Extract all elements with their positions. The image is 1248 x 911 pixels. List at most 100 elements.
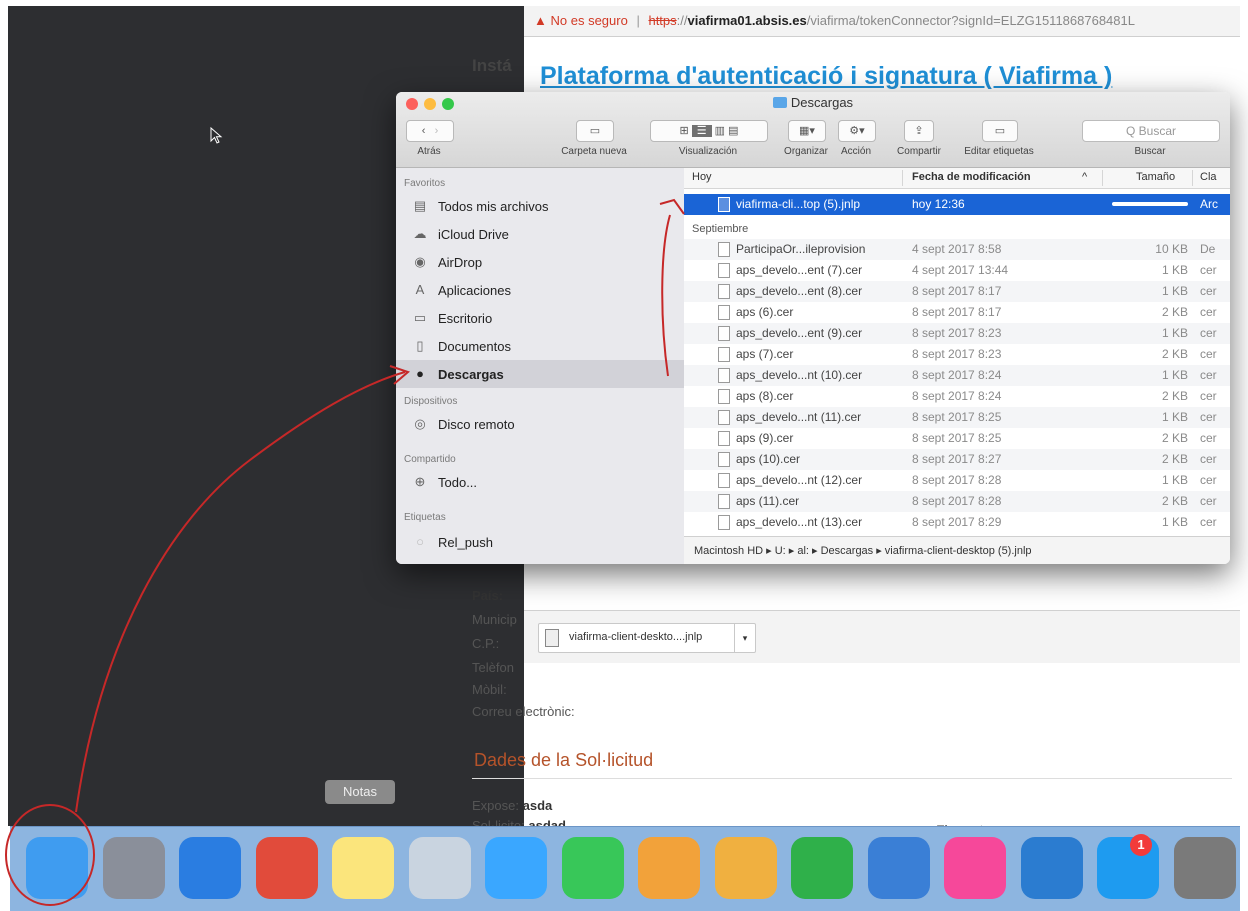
edit-tags-button[interactable]: ▭	[982, 120, 1018, 142]
chevron-left-icon[interactable]: ‹	[422, 125, 426, 137]
file-row[interactable]: aps (11).cer 8 sept 2017 8:28 2 KB cer	[684, 491, 1230, 512]
download-shelf: viafirma-client-deskto....jnlp ▾	[524, 610, 1240, 663]
file-row[interactable]: aps (9).cer 8 sept 2017 8:25 2 KB cer	[684, 428, 1230, 449]
file-row[interactable]: aps (8).cer 8 sept 2017 8:24 2 KB cer	[684, 386, 1230, 407]
file-name: aps (7).cer	[736, 347, 794, 361]
file-kind: cer	[1200, 389, 1217, 403]
column-view-icon[interactable]: ▥	[715, 125, 725, 137]
itunes-icon[interactable]	[944, 837, 1006, 899]
download-menu-button[interactable]: ▾	[734, 624, 755, 652]
address-bar[interactable]: ▲ No es seguro | https://viafirma01.absi…	[524, 6, 1240, 37]
file-row[interactable]: aps_develo...nt (13).cer 8 sept 2017 8:29…	[684, 512, 1230, 533]
file-row[interactable]: aps_develo...nt (12).cer 8 sept 2017 8:28…	[684, 470, 1230, 491]
column-separator[interactable]	[1102, 170, 1103, 186]
file-row-selected[interactable]: viafirma-cli...top (5).jnlp hoy 12:36 Ar…	[684, 194, 1230, 215]
file-name: aps_develo...ent (9).cer	[736, 326, 863, 340]
notes-icon[interactable]	[332, 837, 394, 899]
column-date-header[interactable]: Fecha de modificación	[912, 171, 1031, 183]
sidebar-item-remote-disc[interactable]: ◎ Disco remoto	[396, 410, 684, 438]
file-row[interactable]: aps_develo...ent (8).cer 8 sept 2017 8:17…	[684, 281, 1230, 302]
file-row[interactable]: ParticipaOr...ileprovision 4 sept 2017 8:…	[684, 239, 1230, 260]
pages-icon[interactable]	[714, 837, 777, 899]
file-row[interactable]: aps_develo...nt (10).cer 8 sept 2017 8:24…	[684, 365, 1230, 386]
finder-window: Descargas ‹ › Atrás ▭ Carpeta nueva ⊞ ☰ …	[396, 92, 1230, 564]
file-row[interactable]: aps_develo...nt (11).cer 8 sept 2017 8:25…	[684, 407, 1230, 428]
download-item[interactable]: viafirma-client-deskto....jnlp ▾	[538, 623, 756, 653]
url-sep: ://	[676, 13, 688, 28]
file-name: aps (9).cer	[736, 431, 794, 445]
file-size: 10 KB	[1155, 242, 1188, 256]
keynote-icon[interactable]	[867, 837, 930, 899]
sidebar-item-documents[interactable]: ▯ Documentos	[396, 332, 684, 360]
mobil-label: Mòbil:	[472, 682, 507, 697]
arrange-label: Organizar	[784, 146, 828, 157]
file-icon	[718, 326, 730, 341]
url-scheme: https	[648, 13, 677, 28]
column-kind-header[interactable]: Cla	[1200, 171, 1217, 183]
file-date: 8 sept 2017 8:24	[912, 368, 1002, 382]
sidebar-item-airdrop[interactable]: ◉ AirDrop	[396, 248, 684, 276]
bg-heading-fragment: Instá	[472, 56, 512, 75]
file-icon	[718, 263, 730, 278]
column-separator[interactable]	[902, 170, 903, 186]
file-icon	[718, 284, 730, 299]
safari-icon[interactable]	[179, 837, 241, 899]
file-icon	[718, 368, 730, 383]
column-size-header[interactable]: Tamaño	[1136, 171, 1175, 183]
sidebar-item-downloads[interactable]: ● Descargas	[396, 360, 684, 388]
expose-row: Expose: asda	[472, 798, 553, 813]
facetime-icon[interactable]	[561, 837, 624, 899]
file-row[interactable]: aps_develo...ent (9).cer 8 sept 2017 8:23…	[684, 323, 1230, 344]
search-field[interactable]: Q Buscar	[1082, 120, 1220, 142]
new-folder-button[interactable]: ▭	[576, 120, 614, 142]
arrange-icon: ▦▾	[799, 125, 815, 137]
new-folder-icon: ▭	[589, 125, 601, 137]
sidebar-item-tag[interactable]: ○ Rel_push	[396, 528, 684, 556]
file-size: 2 KB	[1161, 431, 1188, 445]
file-name: aps (11).cer	[736, 494, 800, 508]
system-preferences-icon[interactable]	[1173, 837, 1236, 899]
file-name: aps_develo...ent (8).cer	[736, 284, 863, 298]
path-bar[interactable]: Macintosh HD ▸ U: ▸ al: ▸ Descargas ▸ vi…	[684, 536, 1230, 564]
file-icon	[718, 431, 730, 446]
action-button[interactable]: ⚙▾	[838, 120, 876, 142]
share-button[interactable]: ⇪	[904, 120, 934, 142]
messages-icon[interactable]	[485, 837, 547, 899]
file-name: viafirma-cli...top (5).jnlp	[736, 197, 861, 211]
finder-icon[interactable]	[26, 837, 88, 899]
file-row[interactable]: aps_develo...ent (7).cer 4 sept 2017 13:4…	[684, 260, 1230, 281]
sidebar-item-all-shared[interactable]: ⊕ Todo...	[396, 468, 684, 496]
appstore-badge: 1	[1130, 834, 1152, 856]
sidebar-item-all-files[interactable]: ▤ Todos mis archivos	[396, 192, 684, 220]
file-size: 1 KB	[1161, 326, 1188, 340]
page-heading-link[interactable]: Plataforma d'autenticació i signatura ( …	[540, 62, 1112, 91]
view-segmented-control[interactable]: ⊞ ☰ ▥ ▤	[650, 120, 768, 142]
column-separator[interactable]	[1192, 170, 1193, 186]
file-row[interactable]: aps (10).cer 8 sept 2017 8:27 2 KB cer	[684, 449, 1230, 470]
section-title: Dades de la Sol·licitud	[474, 750, 654, 770]
all-files-icon: ▤	[413, 198, 427, 213]
sidebar-item-icloud[interactable]: ☁ iCloud Drive	[396, 220, 684, 248]
file-row[interactable]: aps (6).cer 8 sept 2017 8:17 2 KB cer	[684, 302, 1230, 323]
file-list: Hoy Fecha de modificación ^ Tamaño Cla v…	[684, 168, 1230, 536]
launchpad-icon[interactable]	[102, 837, 165, 899]
preview-icon[interactable]	[408, 837, 471, 899]
back-forward-buttons[interactable]: ‹ ›	[406, 120, 454, 142]
file-name: aps (10).cer	[736, 452, 801, 466]
photos-icon[interactable]	[638, 837, 700, 899]
column-name-header[interactable]: Hoy	[692, 171, 712, 183]
download-progress-bar	[1112, 202, 1188, 206]
gallery-view-icon[interactable]: ▤	[728, 125, 738, 137]
icon-view-icon[interactable]: ⊞	[679, 125, 688, 137]
sidebar-item-applications[interactable]: A Aplicaciones	[396, 276, 684, 304]
security-warning: No es seguro	[550, 13, 628, 28]
list-view-icon[interactable]: ☰	[691, 125, 712, 137]
chrome-icon[interactable]	[255, 837, 318, 899]
chevron-right-icon[interactable]: ›	[435, 125, 439, 137]
arrange-button[interactable]: ▦▾	[788, 120, 826, 142]
xcode-icon[interactable]	[1020, 837, 1083, 899]
file-row[interactable]: aps (7).cer 8 sept 2017 8:23 2 KB cer	[684, 344, 1230, 365]
numbers-icon[interactable]	[791, 837, 853, 899]
sidebar-item-desktop[interactable]: ▭ Escritorio	[396, 304, 684, 332]
url-host: viafirma01.absis.es	[687, 13, 807, 28]
